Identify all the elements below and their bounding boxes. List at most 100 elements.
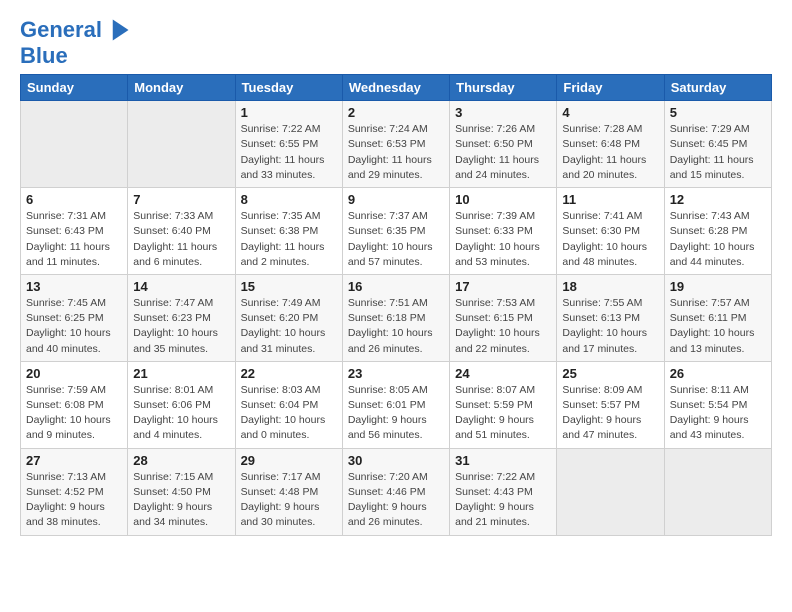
- day-number: 28: [133, 453, 229, 468]
- calendar-cell: 24 Sunrise: 8:07 AM Sunset: 5:59 PM Dayli…: [450, 361, 557, 448]
- day-info: Sunrise: 7:13 AM Sunset: 4:52 PM Dayligh…: [26, 470, 122, 531]
- day-number: 30: [348, 453, 444, 468]
- calendar-cell: [664, 448, 771, 535]
- day-number: 20: [26, 366, 122, 381]
- day-number: 5: [670, 105, 766, 120]
- calendar-cell: 19 Sunrise: 7:57 AM Sunset: 6:11 PM Dayli…: [664, 274, 771, 361]
- calendar-header-row: SundayMondayTuesdayWednesdayThursdayFrid…: [21, 75, 772, 101]
- calendar-cell: 22 Sunrise: 8:03 AM Sunset: 6:04 PM Dayli…: [235, 361, 342, 448]
- day-number: 1: [241, 105, 337, 120]
- day-number: 24: [455, 366, 551, 381]
- weekday-header: Friday: [557, 75, 664, 101]
- day-number: 21: [133, 366, 229, 381]
- day-info: Sunrise: 7:57 AM Sunset: 6:11 PM Dayligh…: [670, 296, 766, 357]
- day-number: 29: [241, 453, 337, 468]
- calendar-table: SundayMondayTuesdayWednesdayThursdayFrid…: [20, 74, 772, 535]
- calendar-cell: 31 Sunrise: 7:22 AM Sunset: 4:43 PM Dayli…: [450, 448, 557, 535]
- calendar-cell: 2Sunrise: 7:24 AM Sunset: 6:53 PM Daylig…: [342, 101, 449, 188]
- calendar-cell: 27 Sunrise: 7:13 AM Sunset: 4:52 PM Dayli…: [21, 448, 128, 535]
- calendar-cell: 10Sunrise: 7:39 AM Sunset: 6:33 PM Dayli…: [450, 188, 557, 275]
- calendar-week-row: 13Sunrise: 7:45 AM Sunset: 6:25 PM Dayli…: [21, 274, 772, 361]
- day-info: Sunrise: 7:41 AM Sunset: 6:30 PM Dayligh…: [562, 209, 658, 270]
- day-info: Sunrise: 7:47 AM Sunset: 6:23 PM Dayligh…: [133, 296, 229, 357]
- day-info: Sunrise: 7:15 AM Sunset: 4:50 PM Dayligh…: [133, 470, 229, 531]
- calendar-cell: 6Sunrise: 7:31 AM Sunset: 6:43 PM Daylig…: [21, 188, 128, 275]
- day-number: 27: [26, 453, 122, 468]
- calendar-cell: 9 Sunrise: 7:37 AM Sunset: 6:35 PM Daylig…: [342, 188, 449, 275]
- calendar-week-row: 27 Sunrise: 7:13 AM Sunset: 4:52 PM Dayli…: [21, 448, 772, 535]
- calendar-cell: 25 Sunrise: 8:09 AM Sunset: 5:57 PM Dayli…: [557, 361, 664, 448]
- day-number: 2: [348, 105, 444, 120]
- day-info: Sunrise: 7:49 AM Sunset: 6:20 PM Dayligh…: [241, 296, 337, 357]
- day-info: Sunrise: 8:05 AM Sunset: 6:01 PM Dayligh…: [348, 383, 444, 444]
- day-info: Sunrise: 7:22 AM Sunset: 6:55 PM Dayligh…: [241, 122, 337, 183]
- day-info: Sunrise: 7:37 AM Sunset: 6:35 PM Dayligh…: [348, 209, 444, 270]
- day-info: Sunrise: 7:22 AM Sunset: 4:43 PM Dayligh…: [455, 470, 551, 531]
- day-info: Sunrise: 8:09 AM Sunset: 5:57 PM Dayligh…: [562, 383, 658, 444]
- logo-text: General: [20, 18, 102, 42]
- day-number: 7: [133, 192, 229, 207]
- day-number: 23: [348, 366, 444, 381]
- calendar-cell: 4Sunrise: 7:28 AM Sunset: 6:48 PM Daylig…: [557, 101, 664, 188]
- calendar-week-row: 6Sunrise: 7:31 AM Sunset: 6:43 PM Daylig…: [21, 188, 772, 275]
- calendar-cell: 7 Sunrise: 7:33 AM Sunset: 6:40 PM Daylig…: [128, 188, 235, 275]
- day-info: Sunrise: 7:28 AM Sunset: 6:48 PM Dayligh…: [562, 122, 658, 183]
- day-info: Sunrise: 7:39 AM Sunset: 6:33 PM Dayligh…: [455, 209, 551, 270]
- day-info: Sunrise: 7:45 AM Sunset: 6:25 PM Dayligh…: [26, 296, 122, 357]
- day-number: 22: [241, 366, 337, 381]
- calendar-cell: 30 Sunrise: 7:20 AM Sunset: 4:46 PM Dayli…: [342, 448, 449, 535]
- calendar-cell: 13Sunrise: 7:45 AM Sunset: 6:25 PM Dayli…: [21, 274, 128, 361]
- calendar-cell: 3Sunrise: 7:26 AM Sunset: 6:50 PM Daylig…: [450, 101, 557, 188]
- header: General Blue: [20, 16, 772, 68]
- day-number: 15: [241, 279, 337, 294]
- calendar-cell: 8 Sunrise: 7:35 AM Sunset: 6:38 PM Daylig…: [235, 188, 342, 275]
- day-info: Sunrise: 7:35 AM Sunset: 6:38 PM Dayligh…: [241, 209, 337, 270]
- calendar-cell: 20Sunrise: 7:59 AM Sunset: 6:08 PM Dayli…: [21, 361, 128, 448]
- calendar-cell: 15 Sunrise: 7:49 AM Sunset: 6:20 PM Dayli…: [235, 274, 342, 361]
- calendar-cell: 12 Sunrise: 7:43 AM Sunset: 6:28 PM Dayli…: [664, 188, 771, 275]
- weekday-header: Saturday: [664, 75, 771, 101]
- weekday-header: Monday: [128, 75, 235, 101]
- day-info: Sunrise: 7:26 AM Sunset: 6:50 PM Dayligh…: [455, 122, 551, 183]
- calendar-cell: 17 Sunrise: 7:53 AM Sunset: 6:15 PM Dayli…: [450, 274, 557, 361]
- calendar-cell: 29 Sunrise: 7:17 AM Sunset: 4:48 PM Dayli…: [235, 448, 342, 535]
- calendar-cell: 5 Sunrise: 7:29 AM Sunset: 6:45 PM Daylig…: [664, 101, 771, 188]
- calendar-cell: [557, 448, 664, 535]
- day-number: 18: [562, 279, 658, 294]
- day-number: 31: [455, 453, 551, 468]
- calendar-week-row: 20Sunrise: 7:59 AM Sunset: 6:08 PM Dayli…: [21, 361, 772, 448]
- weekday-header: Tuesday: [235, 75, 342, 101]
- calendar-cell: 11 Sunrise: 7:41 AM Sunset: 6:30 PM Dayli…: [557, 188, 664, 275]
- weekday-header: Thursday: [450, 75, 557, 101]
- day-number: 12: [670, 192, 766, 207]
- day-info: Sunrise: 8:01 AM Sunset: 6:06 PM Dayligh…: [133, 383, 229, 444]
- day-info: Sunrise: 7:20 AM Sunset: 4:46 PM Dayligh…: [348, 470, 444, 531]
- day-info: Sunrise: 7:55 AM Sunset: 6:13 PM Dayligh…: [562, 296, 658, 357]
- calendar-cell: 21 Sunrise: 8:01 AM Sunset: 6:06 PM Dayli…: [128, 361, 235, 448]
- day-number: 9: [348, 192, 444, 207]
- day-info: Sunrise: 8:03 AM Sunset: 6:04 PM Dayligh…: [241, 383, 337, 444]
- day-info: Sunrise: 8:11 AM Sunset: 5:54 PM Dayligh…: [670, 383, 766, 444]
- day-number: 19: [670, 279, 766, 294]
- day-info: Sunrise: 7:43 AM Sunset: 6:28 PM Dayligh…: [670, 209, 766, 270]
- calendar-cell: [21, 101, 128, 188]
- logo: General Blue: [20, 16, 132, 68]
- day-info: Sunrise: 8:07 AM Sunset: 5:59 PM Dayligh…: [455, 383, 551, 444]
- weekday-header: Sunday: [21, 75, 128, 101]
- day-number: 14: [133, 279, 229, 294]
- day-info: Sunrise: 7:33 AM Sunset: 6:40 PM Dayligh…: [133, 209, 229, 270]
- day-info: Sunrise: 7:17 AM Sunset: 4:48 PM Dayligh…: [241, 470, 337, 531]
- day-info: Sunrise: 7:31 AM Sunset: 6:43 PM Dayligh…: [26, 209, 122, 270]
- calendar-cell: [128, 101, 235, 188]
- calendar-cell: 14 Sunrise: 7:47 AM Sunset: 6:23 PM Dayli…: [128, 274, 235, 361]
- page: General Blue SundayMondayTuesdayWednesda…: [0, 0, 792, 546]
- day-number: 25: [562, 366, 658, 381]
- day-number: 11: [562, 192, 658, 207]
- calendar-cell: 28 Sunrise: 7:15 AM Sunset: 4:50 PM Dayli…: [128, 448, 235, 535]
- day-number: 8: [241, 192, 337, 207]
- day-info: Sunrise: 7:29 AM Sunset: 6:45 PM Dayligh…: [670, 122, 766, 183]
- calendar-cell: 23 Sunrise: 8:05 AM Sunset: 6:01 PM Dayli…: [342, 361, 449, 448]
- weekday-header: Wednesday: [342, 75, 449, 101]
- day-info: Sunrise: 7:53 AM Sunset: 6:15 PM Dayligh…: [455, 296, 551, 357]
- day-number: 17: [455, 279, 551, 294]
